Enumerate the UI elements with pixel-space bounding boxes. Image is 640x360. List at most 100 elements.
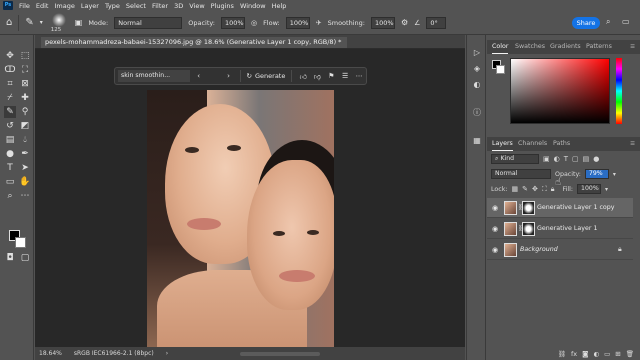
pen-tool-icon[interactable]: ✒ [19, 148, 31, 160]
lock-icon[interactable]: 🔒︎ [618, 245, 622, 254]
visibility-eye-icon[interactable]: ◉ [492, 204, 500, 212]
path-select-icon[interactable]: ➤ [19, 162, 31, 174]
smoothing-field[interactable]: 100% [370, 16, 395, 29]
chevron-right-icon[interactable]: › [166, 350, 168, 357]
visibility-eye-icon[interactable]: ◉ [492, 225, 500, 233]
zoom-level[interactable]: 18.64% [39, 350, 62, 357]
brush-settings-icon[interactable]: ▣ [75, 18, 83, 27]
adjustment-layer-icon[interactable]: ◐ [593, 350, 599, 358]
trash-icon[interactable]: 🗑︎ [626, 350, 634, 358]
menu-select[interactable]: Select [126, 2, 146, 10]
link-layers-icon[interactable]: ⛓ [558, 350, 566, 358]
more-options-icon[interactable]: ⋯ [352, 72, 366, 80]
menu-layer[interactable]: Layer [81, 2, 99, 10]
blur-tool-icon[interactable]: 💧︎ [19, 134, 31, 146]
smart-object-filter-icon[interactable]: ▤ [583, 155, 590, 163]
color-picker-field[interactable] [510, 58, 610, 124]
panel-menu-icon[interactable]: ≡ [630, 140, 635, 147]
tab-gradients[interactable]: Gradients [550, 43, 581, 50]
chevron-right-icon[interactable]: › [222, 72, 236, 80]
menu-window[interactable]: Window [240, 2, 266, 10]
lock-artboard-icon[interactable]: ⛶ [542, 185, 547, 194]
menu-view[interactable]: View [189, 2, 204, 10]
sliders-icon[interactable]: ☰ [338, 72, 352, 80]
lock-pixels-icon[interactable]: ▦ [511, 185, 518, 193]
image-filter-icon[interactable]: ▣ [543, 155, 550, 163]
visibility-eye-icon[interactable]: ◉ [492, 246, 500, 254]
layer-mask-thumbnail[interactable] [522, 222, 535, 236]
marquee-tool-icon[interactable]: ⬚ [19, 50, 31, 62]
tab-channels[interactable]: Channels [518, 140, 547, 147]
new-layer-icon[interactable]: ⊞ [615, 350, 620, 358]
menu-plugins[interactable]: Plugins [211, 2, 234, 10]
kind-filter-select[interactable]: ⌕ Kind [491, 154, 539, 164]
chevron-down-icon[interactable]: ▾ [40, 19, 43, 26]
stamp-tool-icon[interactable]: ⚲ [19, 106, 31, 118]
menu-help[interactable]: Help [272, 2, 287, 10]
chevron-left-icon[interactable]: ‹ [192, 72, 206, 80]
properties-icon[interactable]: ◈ [471, 63, 483, 75]
tab-paths[interactable]: Paths [553, 140, 570, 147]
screen-mode-icon[interactable]: ▢ [19, 252, 31, 264]
menu-type[interactable]: Type [105, 2, 120, 10]
type-tool-icon[interactable]: T [4, 162, 16, 174]
adjustments-icon[interactable]: ◐ [471, 79, 483, 91]
history-brush-icon[interactable]: ↺ [4, 120, 16, 132]
info-icon[interactable]: ⓘ [471, 107, 483, 119]
move-tool-icon[interactable]: ✥ [4, 50, 16, 62]
prompt-input[interactable]: skin smoothin... [118, 70, 190, 82]
tab-swatches[interactable]: Swatches [515, 43, 545, 50]
generate-button[interactable]: ↻ Generate [239, 70, 293, 82]
tab-color[interactable]: Color [492, 43, 509, 54]
zoom-tool-icon[interactable]: ⌕ [4, 190, 16, 202]
angle-field[interactable]: 0° [426, 16, 447, 29]
rectangle-tool-icon[interactable]: ▭ [4, 176, 16, 188]
background-color-swatch[interactable] [496, 65, 505, 74]
panel-menu-icon[interactable]: ≡ [630, 43, 635, 50]
pressure-opacity-icon[interactable]: ◎ [251, 19, 257, 27]
opacity-field[interactable]: 79% [584, 169, 609, 179]
type-filter-icon[interactable]: T [564, 155, 568, 163]
tab-layers[interactable]: Layers [492, 140, 513, 151]
share-button[interactable]: Share [572, 17, 600, 29]
object-select-icon[interactable]: ⛶ [19, 64, 31, 76]
menu-filter[interactable]: Filter [152, 2, 168, 10]
blend-mode-select[interactable]: Normal [491, 169, 551, 179]
quick-mask-icon[interactable]: ◘ [4, 252, 16, 264]
eyedropper-icon[interactable]: ⌿ [4, 92, 16, 104]
document-tab[interactable]: pexels-mohammadreza-babaei-15327096.jpg … [41, 37, 348, 48]
tab-patterns[interactable]: Patterns [586, 43, 612, 50]
home-icon[interactable]: ⌂ [6, 17, 12, 28]
dodge-tool-icon[interactable]: ● [4, 148, 16, 160]
healing-brush-icon[interactable]: ✚ [19, 92, 31, 104]
chevron-down-icon[interactable]: ▾ [605, 186, 608, 193]
airbrush-icon[interactable]: ✈ [316, 19, 322, 27]
eraser-tool-icon[interactable]: ◩ [19, 120, 31, 132]
layer-row[interactable]: ◉ ⛓ Generative Layer 1 [487, 219, 633, 239]
menu-file[interactable]: File [19, 2, 30, 10]
gear-icon[interactable]: ⚙ [401, 18, 408, 27]
lock-all-icon[interactable]: 🔒︎ [551, 185, 555, 194]
new-group-icon[interactable]: ▭ [604, 350, 610, 358]
flag-icon[interactable]: ⚑ [324, 72, 338, 80]
hue-slider[interactable] [616, 58, 622, 124]
chevron-down-icon[interactable]: ▾ [613, 171, 616, 178]
canvas-image[interactable] [147, 90, 334, 347]
mode-select[interactable]: Normal [114, 16, 183, 29]
brush-preset-picker[interactable]: 125 [49, 12, 69, 34]
adjustment-filter-icon[interactable]: ◐ [554, 155, 560, 163]
workspace-icon[interactable]: ▭ [622, 17, 630, 26]
gradient-tool-icon[interactable]: ▤ [4, 134, 16, 146]
search-icon[interactable]: ⌕ [606, 17, 610, 27]
layer-mask-thumbnail[interactable] [522, 201, 535, 215]
hand-tool-icon[interactable]: ✋ [19, 176, 31, 188]
lasso-tool-icon[interactable]: ↀ [4, 64, 16, 76]
brush-tool-icon[interactable]: ✎ [4, 106, 16, 118]
libraries-icon[interactable]: ▦ [471, 135, 483, 147]
photoshop-logo[interactable]: Ps [3, 1, 13, 10]
layer-row[interactable]: ◉ Background 🔒︎ [487, 240, 633, 260]
fx-button[interactable]: fx [571, 350, 577, 358]
fill-field[interactable]: 100% [577, 184, 602, 194]
thumbs-down-icon[interactable]: 👎︎ [310, 72, 324, 81]
lock-position-icon[interactable]: ✥ [532, 185, 538, 193]
